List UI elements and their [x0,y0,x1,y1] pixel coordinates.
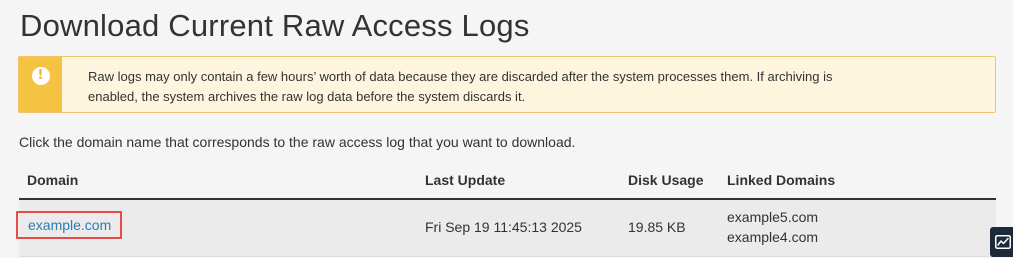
alert-message: Raw logs may only contain a few hours’ w… [62,57,845,112]
alert-message-line-2: enabled, the system archives the raw log… [88,89,526,104]
table-header: Domain Last Update Disk Usage Linked Dom… [19,164,996,200]
warning-icon: ! [31,67,50,85]
column-header-last-update[interactable]: Last Update [425,172,505,188]
linked-domain-item: example5.com [727,209,819,225]
alert-icon-column: ! [19,57,62,112]
warning-alert: ! Raw logs may only contain a few hours’… [18,56,996,113]
disk-usage-cell: 19.85 KB [628,219,686,235]
column-header-domain[interactable]: Domain [27,172,78,188]
raw-logs-table: Domain Last Update Disk Usage Linked Dom… [16,164,996,257]
line-chart-icon [995,235,1011,249]
alert-message-line-1: Raw logs may only contain a few hours’ w… [88,69,833,84]
table-row: example.com Fri Sep 19 11:45:13 2025 19.… [16,200,996,257]
instructions-text: Click the domain name that corresponds t… [19,134,576,150]
column-header-disk-usage[interactable]: Disk Usage [628,172,703,188]
domain-download-link[interactable]: example.com [16,211,123,239]
analytics-widget-button[interactable] [990,227,1013,257]
linked-domain-item: example4.com [727,229,819,245]
column-header-linked-domains: Linked Domains [727,172,836,188]
page-title: Download Current Raw Access Logs [20,8,530,43]
linked-domains-cell: example5.com example4.com [727,207,818,247]
last-update-cell: Fri Sep 19 11:45:13 2025 [425,219,582,235]
